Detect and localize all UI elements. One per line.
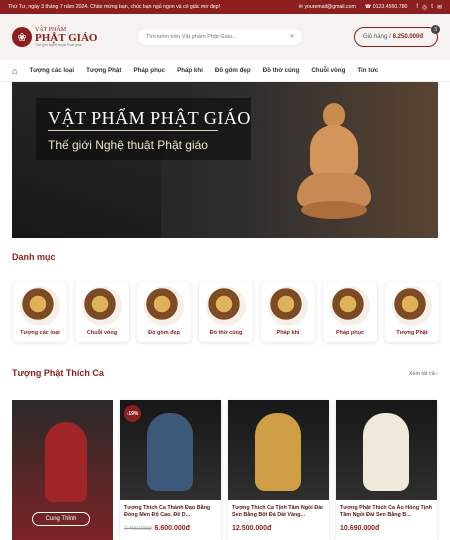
home-icon[interactable]: ⌂ — [12, 66, 17, 76]
nav-item-do-tho-cung[interactable]: Đồ thờ cúng — [263, 67, 300, 74]
top-info-bar: Thứ Tư, ngày 3 tháng 7 năm 2024. Chào mừ… — [0, 0, 450, 14]
social-links: f ◎ t ✉ — [416, 4, 442, 11]
category-image — [268, 286, 308, 326]
category-image — [144, 286, 184, 326]
product-card[interactable]: -19% Tượng Thích Ca Thành Đạo Bằng Đồng … — [120, 400, 221, 540]
phone-link[interactable]: ☎ 0123.4560.780 — [365, 4, 408, 10]
site-header: ❀ VẬT PHẨM PHẬT GIÁO Thế giới Nghệ thuật… — [0, 14, 450, 60]
nav-item-tuong-phat[interactable]: Tượng Phật — [86, 67, 121, 74]
search-input[interactable]: Tìm kiếm trên Vật phẩm Phật Giáo... ⌕ — [137, 28, 303, 46]
category-card[interactable]: Tượng Phật — [385, 282, 439, 342]
chevron-right-icon: › — [436, 371, 438, 377]
products-title: Tượng Phật Thích Ca — [12, 368, 104, 378]
cart-button[interactable]: Giỏ hàng /8.250.000đ 3 — [353, 25, 440, 47]
product-name[interactable]: Tượng Thích Ca Thành Đạo Bằng Đồng Men Đ… — [120, 500, 221, 525]
product-image — [336, 400, 437, 500]
date-notice: Thứ Tư, ngày 3 tháng 7 năm 2024. Chào mừ… — [8, 4, 221, 10]
buddha-statue-image — [255, 413, 301, 491]
statue-base — [301, 201, 367, 219]
product-row: Cung Thỉnh -19% Tượng Thích Ca Thành Đạo… — [12, 400, 437, 540]
product-card[interactable]: Tượng Thích Ca Tịnh Tâm Ngồi Đài Sen Bằn… — [228, 400, 329, 540]
category-image — [82, 286, 122, 326]
promo-button[interactable]: Cung Thỉnh — [32, 512, 90, 526]
lotus-logo-icon: ❀ — [12, 27, 32, 47]
category-card[interactable]: Đồ thờ cúng — [199, 282, 253, 342]
nav-item-do-gom-dep[interactable]: Đồ gốm đẹp — [215, 67, 251, 74]
statue-head — [323, 103, 345, 127]
product-card[interactable]: Tượng Phật Thích Ca Áo Hồng Tịnh Tâm Ngồ… — [336, 400, 437, 540]
mail-icon[interactable]: ✉ — [437, 4, 442, 11]
red-buddha-statue-image — [45, 422, 87, 502]
nav-item-chuoi-vong[interactable]: Chuỗi vòng — [311, 67, 345, 74]
promo-card[interactable]: Cung Thỉnh — [12, 400, 113, 540]
category-card[interactable]: Pháp khí — [261, 282, 315, 342]
see-all-link[interactable]: Xem tất cả › — [409, 371, 438, 377]
logo-text: VẬT PHẨM PHẬT GIÁO Thế giới Nghệ thuật P… — [35, 26, 98, 47]
site-logo[interactable]: ❀ VẬT PHẨM PHẬT GIÁO Thế giới Nghệ thuật… — [12, 27, 112, 48]
nav-item-tin-tuc[interactable]: Tin tức — [357, 67, 378, 74]
nav-item-phap-khi[interactable]: Pháp khí — [177, 67, 203, 74]
hero-divider — [48, 130, 218, 131]
buddha-statue-image — [147, 413, 193, 491]
cart-count-badge: 3 — [431, 25, 440, 34]
golden-buddha-statue-image — [293, 103, 375, 229]
categories-title: Danh mục — [12, 252, 56, 262]
category-card[interactable]: Pháp phục — [323, 282, 377, 342]
buddha-statue-image — [363, 413, 409, 491]
product-price: 10.690.000đ — [340, 525, 380, 532]
main-navigation: ⌂ Tượng các loại Tượng Phật Pháp phục Ph… — [0, 60, 450, 82]
hero-banner[interactable]: VẬT PHẨM PHẬT GIÁO Thế giới Nghệ thuật P… — [12, 82, 438, 238]
category-list: Tượng các loại Chuỗi vòng Đồ gốm đẹp Đồ … — [13, 282, 439, 342]
category-card[interactable]: Đồ gốm đẹp — [137, 282, 191, 342]
category-image — [392, 286, 432, 326]
category-card[interactable]: Tượng các loại — [13, 282, 67, 342]
product-image — [228, 400, 329, 500]
category-card[interactable]: Chuỗi vòng — [75, 282, 129, 342]
statue-body — [310, 125, 358, 177]
category-image — [20, 286, 60, 326]
category-image — [330, 286, 370, 326]
nav-item-tuong-cac-loai[interactable]: Tượng các loại — [29, 67, 74, 74]
facebook-icon[interactable]: f — [416, 4, 418, 11]
twitter-icon[interactable]: t — [431, 4, 433, 11]
nav-item-phap-phuc[interactable]: Pháp phục — [133, 67, 165, 74]
contact-area: ✉ youremail@gmail.com ☎ 0123.4560.780 f … — [299, 4, 442, 11]
product-name[interactable]: Tượng Thích Ca Tịnh Tâm Ngồi Đài Sen Bằn… — [228, 500, 329, 525]
product-name[interactable]: Tượng Phật Thích Ca Áo Hồng Tịnh Tâm Ngồ… — [336, 500, 437, 525]
product-price: 7.400.000đ 6.600.000đ — [124, 525, 190, 532]
instagram-icon[interactable]: ◎ — [422, 4, 427, 11]
category-image — [206, 286, 246, 326]
discount-badge: -19% — [124, 405, 141, 422]
hero-title: VẬT PHẨM PHẬT GIÁO — [48, 108, 251, 128]
search-icon[interactable]: ⌕ — [290, 33, 294, 41]
product-price: 12.500.000đ — [232, 525, 272, 532]
hero-subtitle: Thế giới Nghệ thuật Phật giáo — [48, 138, 208, 152]
email-link[interactable]: ✉ youremail@gmail.com — [299, 4, 356, 10]
